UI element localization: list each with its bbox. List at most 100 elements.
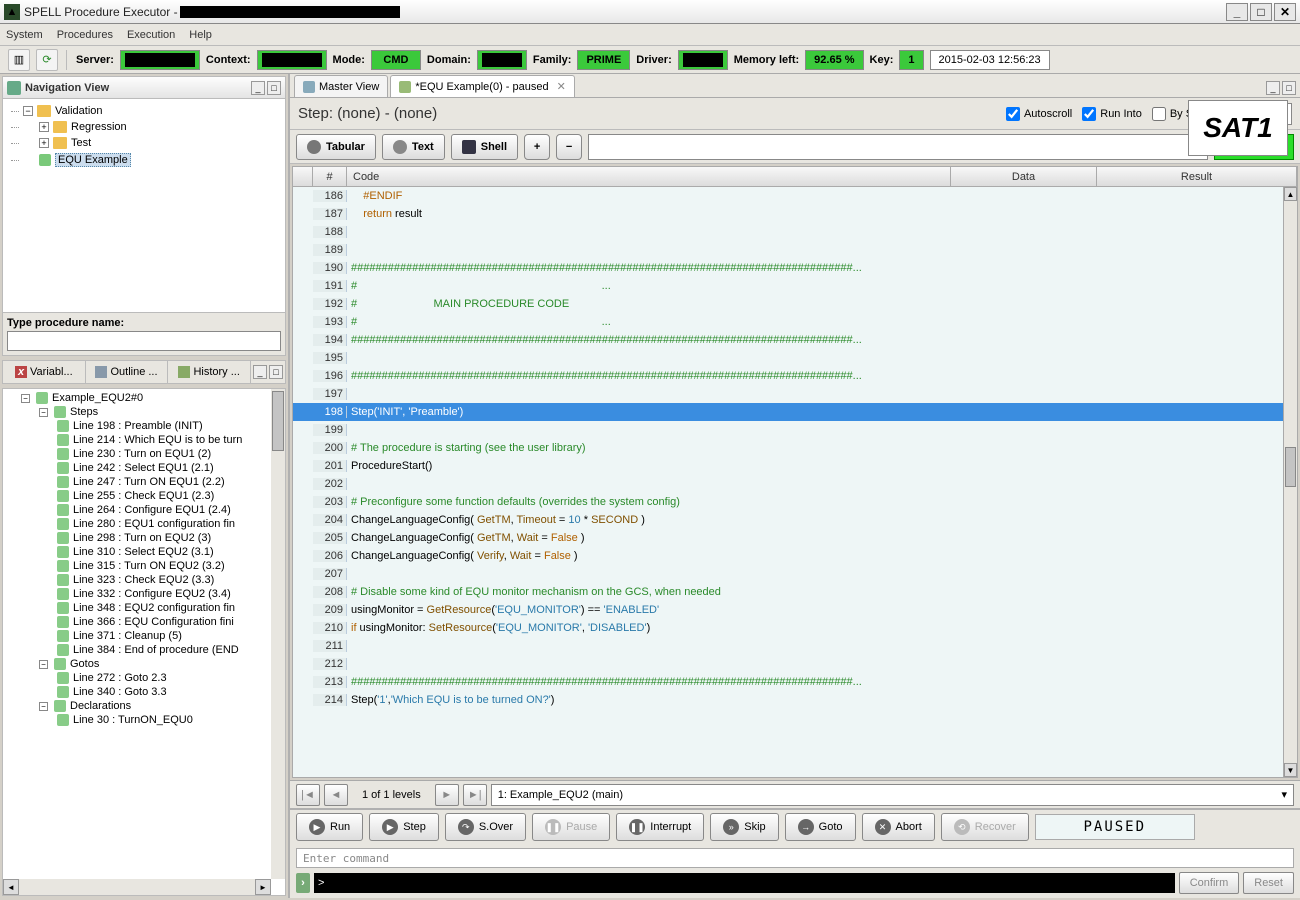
- menu-procedures[interactable]: Procedures: [57, 29, 113, 41]
- expander-icon[interactable]: −: [39, 408, 48, 417]
- confirm-button[interactable]: Confirm: [1179, 872, 1240, 894]
- tool-button-1[interactable]: ▥: [8, 49, 30, 71]
- view-input[interactable]: [588, 134, 1208, 160]
- outline-item[interactable]: Line 315 : Turn ON EQU2 (3.2): [3, 559, 285, 573]
- nav-next-button[interactable]: ►: [435, 784, 459, 806]
- editor-min-icon[interactable]: _: [1266, 81, 1280, 95]
- command-hint[interactable]: Enter command: [296, 848, 1294, 868]
- outline-item[interactable]: Line 255 : Check EQU1 (2.3): [3, 489, 285, 503]
- interrupt-button[interactable]: ❚❚Interrupt: [616, 813, 704, 841]
- code-line[interactable]: 212: [293, 655, 1283, 673]
- tabular-button[interactable]: Tabular: [296, 134, 376, 160]
- code-line[interactable]: 214Step('1','Which EQU is to be turned O…: [293, 691, 1283, 709]
- code-line[interactable]: 195: [293, 349, 1283, 367]
- code-line[interactable]: 198Step('INIT', 'Preamble'): [293, 403, 1283, 421]
- code-line[interactable]: 187 return result: [293, 205, 1283, 223]
- runinto-check[interactable]: Run Into: [1082, 107, 1142, 121]
- outline-item[interactable]: Line 264 : Configure EQU1 (2.4): [3, 503, 285, 517]
- code-line[interactable]: 207: [293, 565, 1283, 583]
- outline-tree[interactable]: −Example_EQU2#0 −Steps Line 198 : Preamb…: [3, 389, 285, 729]
- outline-item[interactable]: Line 242 : Select EQU1 (2.1): [3, 461, 285, 475]
- editor-max-icon[interactable]: □: [1282, 81, 1296, 95]
- outline-item[interactable]: Line 214 : Which EQU is to be turn: [3, 433, 285, 447]
- code-line[interactable]: 211: [293, 637, 1283, 655]
- reset-button[interactable]: Reset: [1243, 872, 1294, 894]
- type-proc-input[interactable]: [7, 331, 281, 351]
- code-line[interactable]: 208# Disable some kind of EQU monitor me…: [293, 583, 1283, 601]
- panel-max-icon[interactable]: □: [267, 81, 281, 95]
- code-line[interactable]: 188: [293, 223, 1283, 241]
- outline-item[interactable]: Line 198 : Preamble (INIT): [3, 419, 285, 433]
- code-line[interactable]: 196#####################################…: [293, 367, 1283, 385]
- outline-item[interactable]: Line 340 : Goto 3.3: [3, 685, 285, 699]
- code-line[interactable]: 213#####################################…: [293, 673, 1283, 691]
- code-line[interactable]: 192# MAIN PROCEDURE CODE: [293, 295, 1283, 313]
- code-line[interactable]: 203# Preconfigure some function defaults…: [293, 493, 1283, 511]
- scroll-thumb[interactable]: [1285, 447, 1296, 487]
- sover-button[interactable]: ↷S.Over: [445, 813, 526, 841]
- expander-icon[interactable]: −: [39, 660, 48, 669]
- tree-test[interactable]: Test: [71, 137, 91, 149]
- step-button[interactable]: ▶Step: [369, 813, 439, 841]
- outline-item[interactable]: Line 348 : EQU2 configuration fin: [3, 601, 285, 615]
- code-vscroll[interactable]: ▲ ▼: [1283, 187, 1297, 777]
- outline-steps[interactable]: Steps: [70, 406, 98, 418]
- outline-item[interactable]: Line 280 : EQU1 configuration fin: [3, 517, 285, 531]
- expander-icon[interactable]: −: [23, 106, 33, 116]
- outline-item[interactable]: Line 298 : Turn on EQU2 (3): [3, 531, 285, 545]
- code-line[interactable]: 200# The procedure is starting (see the …: [293, 439, 1283, 457]
- abort-button[interactable]: ✕Abort: [862, 813, 935, 841]
- outline-item[interactable]: Line 247 : Turn ON EQU1 (2.2): [3, 475, 285, 489]
- skip-button[interactable]: »Skip: [710, 813, 778, 841]
- menu-system[interactable]: System: [6, 29, 43, 41]
- nav-last-button[interactable]: ►|: [463, 784, 487, 806]
- menu-help[interactable]: Help: [189, 29, 212, 41]
- outline-hscroll[interactable]: ◄►: [3, 879, 271, 895]
- outline-item[interactable]: Line 366 : EQU Configuration fini: [3, 615, 285, 629]
- nav-first-button[interactable]: |◄: [296, 784, 320, 806]
- shell-button[interactable]: Shell: [451, 134, 518, 160]
- code-line[interactable]: 202: [293, 475, 1283, 493]
- recover-button[interactable]: ⟲Recover: [941, 813, 1029, 841]
- outline-item[interactable]: Line 230 : Turn on EQU1 (2): [3, 447, 285, 461]
- panel-min-icon[interactable]: _: [251, 81, 265, 95]
- expander-icon[interactable]: −: [39, 702, 48, 711]
- text-button[interactable]: Text: [382, 134, 445, 160]
- add-button[interactable]: +: [524, 134, 550, 160]
- nav-tree[interactable]: −Validation +Regression +Test EQU Exampl…: [7, 103, 281, 169]
- expander-icon[interactable]: +: [39, 122, 49, 132]
- maximize-button[interactable]: □: [1250, 3, 1272, 21]
- code-line[interactable]: 199: [293, 421, 1283, 439]
- code-line[interactable]: 186 #ENDIF: [293, 187, 1283, 205]
- tab-max-icon[interactable]: □: [269, 365, 283, 379]
- expander-icon[interactable]: +: [39, 138, 49, 148]
- expander-icon[interactable]: −: [21, 394, 30, 403]
- outline-item[interactable]: Line 30 : TurnON_EQU0: [3, 713, 285, 727]
- hdr-num[interactable]: #: [313, 167, 347, 186]
- outline-vscroll[interactable]: [271, 389, 285, 879]
- outline-decl[interactable]: Declarations: [70, 700, 131, 712]
- tab-variables[interactable]: xVariabl...: [3, 361, 86, 383]
- stack-select[interactable]: 1: Example_EQU2 (main)▾: [491, 784, 1294, 806]
- close-button[interactable]: ✕: [1274, 3, 1296, 21]
- pause-button[interactable]: ❚❚Pause: [532, 813, 610, 841]
- goto-button[interactable]: →Goto: [785, 813, 856, 841]
- outline-item[interactable]: Line 310 : Select EQU2 (3.1): [3, 545, 285, 559]
- outline-item[interactable]: Line 272 : Goto 2.3: [3, 671, 285, 685]
- code-line[interactable]: 206ChangeLanguageConfig( Verify, Wait = …: [293, 547, 1283, 565]
- tab-history[interactable]: History ...: [168, 361, 251, 383]
- tree-regression[interactable]: Regression: [71, 121, 127, 133]
- menu-execution[interactable]: Execution: [127, 29, 175, 41]
- code-line[interactable]: 204ChangeLanguageConfig( GetTM, Timeout …: [293, 511, 1283, 529]
- run-button[interactable]: ▶Run: [296, 813, 363, 841]
- tab-outline[interactable]: Outline ...: [86, 361, 169, 383]
- remove-button[interactable]: −: [556, 134, 582, 160]
- code-line[interactable]: 193# ...: [293, 313, 1283, 331]
- tab-min-icon[interactable]: _: [253, 365, 267, 379]
- code-line[interactable]: 201ProcedureStart(): [293, 457, 1283, 475]
- code-line[interactable]: 205ChangeLanguageConfig( GetTM, Wait = F…: [293, 529, 1283, 547]
- code-line[interactable]: 194#####################################…: [293, 331, 1283, 349]
- tree-validation[interactable]: Validation: [55, 105, 103, 117]
- outline-root[interactable]: Example_EQU2#0: [52, 392, 143, 404]
- outline-item[interactable]: Line 371 : Cleanup (5): [3, 629, 285, 643]
